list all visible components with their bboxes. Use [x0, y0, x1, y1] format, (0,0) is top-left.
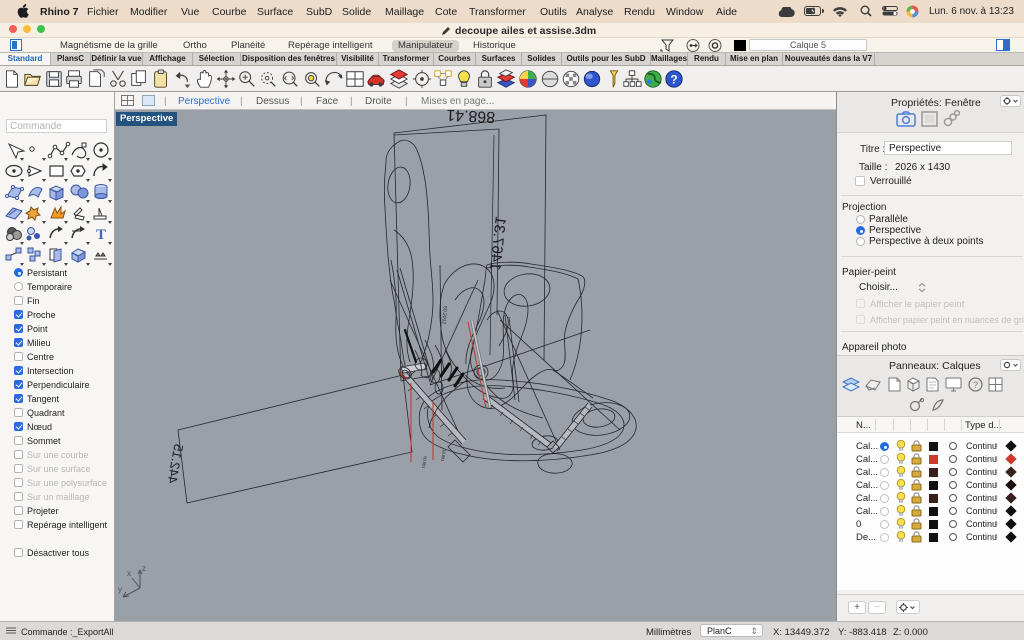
svg-text:50.801: 50.801	[421, 456, 428, 470]
svg-text:18.801: 18.801	[440, 449, 447, 463]
svg-text:868.41: 868.41	[446, 110, 496, 125]
svg-text:50.2012: 50.2012	[440, 306, 448, 325]
svg-text:442.15: 442.15	[165, 443, 187, 485]
svg-text:?: ?	[973, 380, 978, 390]
svg-text:x: x	[127, 569, 131, 578]
svg-text:z: z	[142, 564, 146, 573]
svg-text:y: y	[118, 585, 122, 594]
svg-text:1467.31: 1467.31	[486, 216, 509, 272]
svg-text:T: T	[96, 227, 106, 243]
svg-text:?: ?	[670, 73, 677, 87]
